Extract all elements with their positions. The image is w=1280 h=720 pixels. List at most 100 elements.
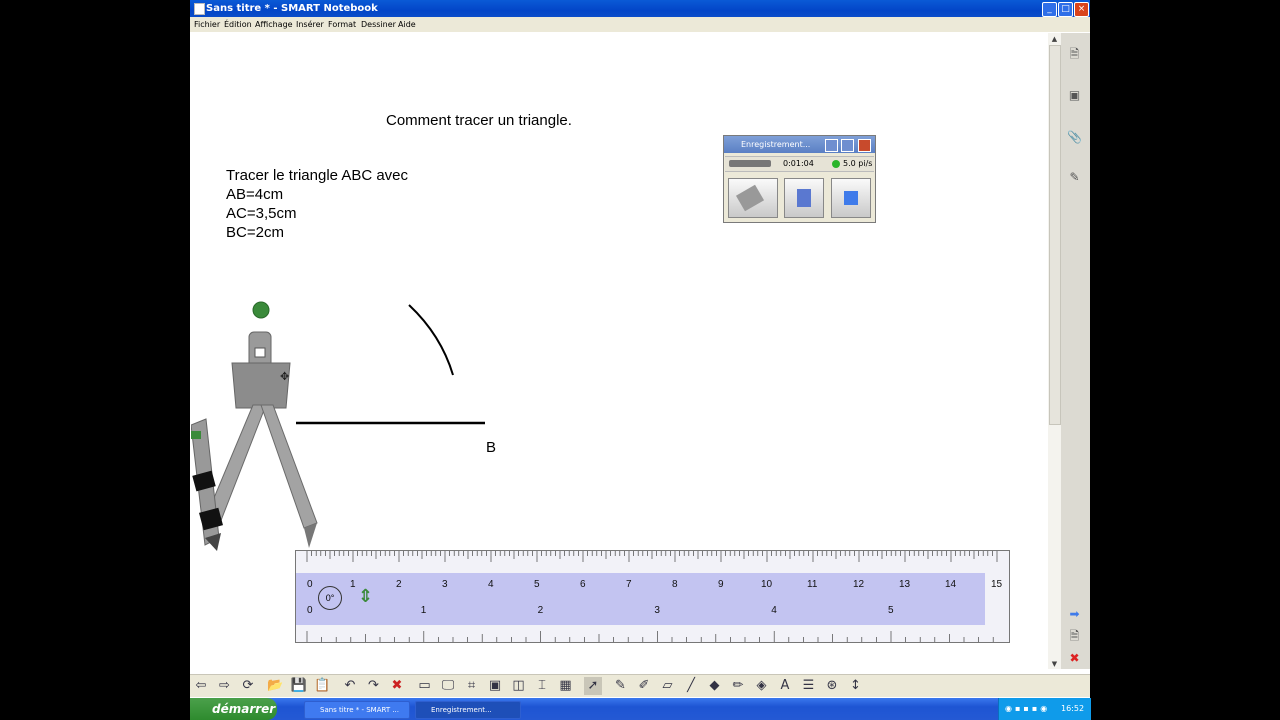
windows-taskbar: démarrer Sans titre * - SMART ... Enregi… <box>190 698 1091 720</box>
properties-icon[interactable]: ✎ <box>1066 168 1083 186</box>
move-cursor-icon: ✥ <box>280 370 289 383</box>
menu-draw[interactable]: Dessiner <box>361 17 396 32</box>
ruler-inch-label: 3 <box>654 605 660 616</box>
taskbar-item-recorder[interactable]: Enregistrement... <box>415 701 521 719</box>
ruler-ticks: 0 1 2 3 4 5 6 7 8 9 10 11 12 13 14 150 1 2 3 4 5 <box>306 551 1003 642</box>
window-title: Sans titre * - SMART Notebook <box>206 3 378 14</box>
text-tool-icon[interactable]: A <box>776 677 794 695</box>
page-sorter-icon[interactable]: 🗎 <box>1066 45 1083 63</box>
ruler-cm-label: 3 <box>442 579 448 590</box>
minimize-button[interactable]: _ <box>1042 2 1057 17</box>
close-button[interactable]: × <box>1074 2 1089 17</box>
capture-icon[interactable]: ⌗ <box>463 677 481 695</box>
line-icon[interactable]: ╱ <box>682 677 700 695</box>
recorder-status-icon <box>832 160 840 168</box>
gallery-icon[interactable]: ▣ <box>1066 86 1083 104</box>
redo-icon[interactable]: ↷ <box>365 677 383 695</box>
record-button[interactable] <box>728 178 778 218</box>
taskbar-item-recorder-label: Enregistrement... <box>431 706 492 714</box>
compass-tool[interactable]: ✥ <box>191 301 318 551</box>
close-sidebar-icon[interactable]: ✖ <box>1066 649 1083 667</box>
forward-icon[interactable]: ⇨ <box>216 677 234 695</box>
tray-icons[interactable]: ◉▪▪▪◉ <box>1005 698 1050 720</box>
compass-menu-icon[interactable] <box>254 347 266 358</box>
stop-icon <box>844 191 858 205</box>
title-bar: Sans titre * - SMART Notebook _ □ × <box>190 0 1090 17</box>
recorder-maximize-button[interactable] <box>841 139 854 152</box>
ruler-inch-label: 1 <box>421 605 427 616</box>
maximize-button[interactable]: □ <box>1058 2 1073 17</box>
vertical-scrollbar[interactable]: ▲ ▼ <box>1048 33 1061 669</box>
ruler-inch-label: 4 <box>771 605 777 616</box>
magic-pen-icon[interactable]: ✏ <box>729 677 747 695</box>
area-icon[interactable]: ◫ <box>510 677 528 695</box>
creative-pen-icon[interactable]: ✐ <box>635 677 653 695</box>
recorder-close-button[interactable] <box>858 139 871 152</box>
properties-icon[interactable]: ☰ <box>800 677 818 695</box>
display-icon[interactable]: ▣ <box>486 677 504 695</box>
ruler-angle-indicator[interactable]: 0° <box>318 586 342 610</box>
compass-rotate-handle[interactable] <box>252 301 270 319</box>
ruler-cm-label: 12 <box>853 579 865 590</box>
pen-icon[interactable]: ✎ <box>612 677 630 695</box>
menu-edit[interactable]: Édition <box>224 17 252 32</box>
ruler-cm-label: 6 <box>580 579 586 590</box>
ruler-cm-label: 2 <box>396 579 402 590</box>
recorder-titlebar: Enregistrement... <box>724 136 875 153</box>
select-icon[interactable]: ➚ <box>584 677 602 695</box>
taskbar-item-notebook[interactable]: Sans titre * - SMART ... <box>304 701 410 719</box>
attachments-icon[interactable]: 📎 <box>1066 128 1083 146</box>
recognize-icon[interactable]: ⊛ <box>823 677 841 695</box>
pencil-switch-icon[interactable] <box>191 431 201 439</box>
ruler-cm-label: 14 <box>945 579 957 590</box>
ruler-cm-label: 5 <box>534 579 540 590</box>
auto-hide-icon[interactable]: 🗎 <box>1066 627 1083 645</box>
pause-icon <box>797 189 811 207</box>
eraser-icon[interactable]: ▱ <box>659 677 677 695</box>
paste-icon[interactable]: 📋 <box>314 677 332 695</box>
delete-icon[interactable]: ✖ <box>388 677 406 695</box>
system-tray: ◉▪▪▪◉ 16:52 <box>998 698 1091 720</box>
refresh-icon[interactable]: ⟳ <box>239 677 257 695</box>
notebook-window: Sans titre * - SMART Notebook _ □ × Fich… <box>190 0 1090 720</box>
menu-file[interactable]: Fichier <box>194 17 220 32</box>
ruler-resize-icon[interactable]: ⇕ <box>358 586 373 607</box>
menu-format[interactable]: Format <box>328 17 356 32</box>
recorder-minimize-button[interactable] <box>825 139 838 152</box>
taskbar-item-notebook-label: Sans titre * - SMART ... <box>320 706 400 714</box>
whiteboard-canvas[interactable]: Comment tracer un triangle. Tracer le tr… <box>191 33 1048 669</box>
start-label: démarrer <box>212 702 276 716</box>
scroll-up-icon[interactable]: ▲ <box>1050 35 1059 44</box>
save-icon[interactable]: 💾 <box>290 677 308 695</box>
ruler-cm-label: 9 <box>718 579 724 590</box>
ruler-inch-label: 2 <box>538 605 544 616</box>
menu-insert[interactable]: Insérer <box>296 17 324 32</box>
shape-icon[interactable]: ◈ <box>753 677 771 695</box>
record-icon <box>735 184 765 212</box>
more-icon[interactable]: ↕ <box>847 677 865 695</box>
ruler-cm-label: 11 <box>807 579 818 590</box>
bottom-toolbar: ⇦ ⇨ ⟳ 📂 💾 📋 ↶ ↷ ✖ ▭ 🖵 ⌗ ▣ ◫ ⌶ ▦ ➚ ✎ ✐ ▱ ╱ ◆ ✏ ◈ A ☰ ⊛ ↕ <box>190 674 1090 697</box>
full-screen-icon[interactable]: 🖵 <box>439 677 457 695</box>
scroll-down-icon[interactable]: ▼ <box>1050 660 1059 669</box>
app-icon <box>194 3 205 15</box>
screen-shade-icon[interactable]: ▭ <box>416 677 434 695</box>
recorder-time: 0:01:04 <box>783 159 814 168</box>
undo-icon[interactable]: ↶ <box>341 677 359 695</box>
menu-help[interactable]: Aide <box>398 17 416 32</box>
ruler-cm-label: 15 <box>991 579 1003 590</box>
text-icon[interactable]: ⌶ <box>533 677 551 695</box>
menu-view[interactable]: Affichage <box>255 17 293 32</box>
start-button[interactable]: démarrer <box>190 698 277 720</box>
table-icon[interactable]: ▦ <box>557 677 575 695</box>
scroll-thumb[interactable] <box>1049 45 1061 425</box>
back-icon[interactable]: ⇦ <box>192 677 210 695</box>
move-sidebar-icon[interactable]: ➡ <box>1066 605 1083 623</box>
open-folder-icon[interactable]: 📂 <box>267 677 285 695</box>
ruler-cm-label: 10 <box>761 579 773 590</box>
pause-button[interactable] <box>784 178 824 218</box>
fill-icon[interactable]: ◆ <box>706 677 724 695</box>
recorder-level-meter <box>729 160 771 167</box>
ruler[interactable]: 0 1 2 3 4 5 6 7 8 9 10 11 12 13 14 15 0 1 2 3 4 5 0° ⇕ <box>295 550 1010 643</box>
stop-button[interactable] <box>831 178 871 218</box>
